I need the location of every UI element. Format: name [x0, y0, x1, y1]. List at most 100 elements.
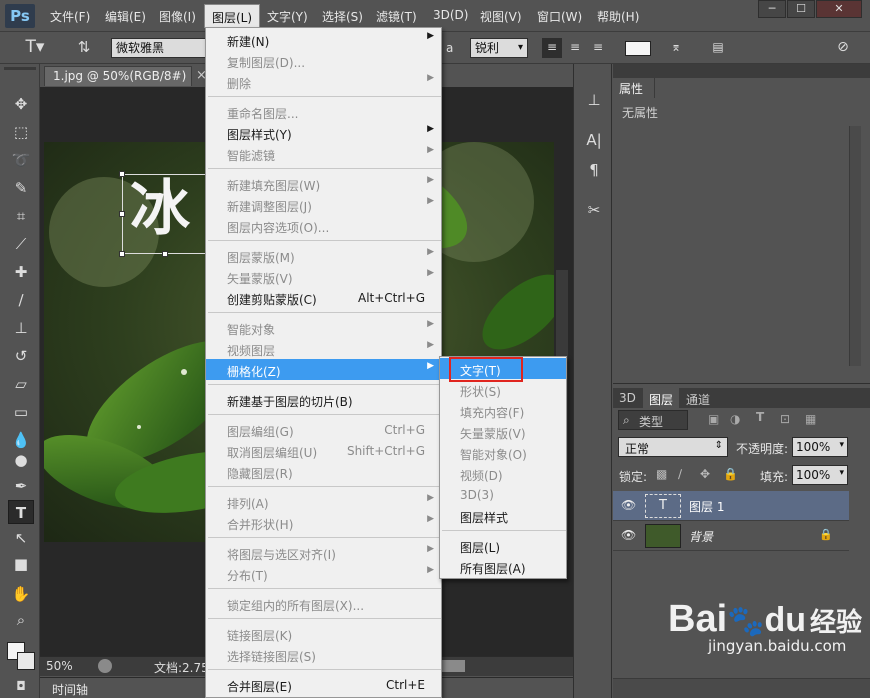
tools-grip[interactable]	[4, 67, 36, 70]
menu-item[interactable]: 链接图层(K)	[206, 623, 441, 644]
background-color-swatch[interactable]	[17, 652, 35, 670]
menu-window[interactable]: 窗口(W)	[537, 8, 582, 25]
path-select-icon[interactable]: ↖	[8, 526, 34, 550]
minimize-button[interactable]: ─	[758, 0, 786, 18]
character-panel-icon[interactable]: ▤	[707, 38, 729, 58]
menu-layer[interactable]: 图层(L)	[204, 4, 260, 28]
warp-text-icon[interactable]: ⌆	[665, 38, 687, 58]
menu-item[interactable]: 隐藏图层(R)	[206, 461, 441, 482]
menu-item[interactable]: 图层编组(G) Ctrl+G	[206, 419, 441, 440]
menu-item[interactable]: 新建基于图层的切片(B)	[206, 389, 441, 410]
menu-item[interactable]: 视频(D)	[440, 463, 566, 484]
menu-item[interactable]: 形状(S)	[440, 379, 566, 400]
character-icon[interactable]: A|	[582, 128, 606, 152]
menu-filter[interactable]: 滤镜(T)	[376, 8, 417, 25]
menu-item[interactable]: 取消图层编组(U) Shift+Ctrl+G	[206, 440, 441, 461]
menu-item[interactable]: 删除 ▶	[206, 71, 441, 92]
paragraph-icon[interactable]: ¶	[582, 158, 606, 182]
menu-item[interactable]: 选择链接图层(S)	[206, 644, 441, 665]
filter-pixel-icon[interactable]: ▣	[708, 412, 719, 426]
type-tool-icon[interactable]: T	[8, 500, 34, 524]
cancel-icon[interactable]: ⊘	[832, 38, 854, 58]
history-brush-icon[interactable]: ↺	[8, 344, 34, 368]
text-color-swatch[interactable]	[625, 41, 651, 56]
align-left-icon[interactable]: ≡	[542, 38, 562, 58]
document-tab[interactable]: 1.jpg @ 50%(RGB/8#)	[44, 66, 192, 86]
filter-type-icon[interactable]: T	[756, 410, 764, 424]
zoom-level[interactable]: 50%	[46, 659, 73, 673]
menu-item[interactable]: 图层样式(Y) ▶	[206, 122, 441, 143]
menu-select[interactable]: 选择(S)	[322, 8, 363, 25]
menu-item[interactable]: 所有图层(A)	[440, 556, 566, 577]
filter-shape-icon[interactable]: ⊡	[780, 412, 790, 426]
dodge-tool-icon[interactable]: ●	[8, 448, 34, 472]
timeline-label[interactable]: 时间轴	[52, 681, 88, 698]
maximize-button[interactable]: ☐	[787, 0, 815, 18]
quick-mask-icon[interactable]: ◘	[8, 674, 34, 698]
clone-stamp-icon[interactable]: ⊥	[8, 316, 34, 340]
align-center-icon[interactable]: ≡	[565, 38, 585, 58]
properties-scrollbar[interactable]	[849, 126, 861, 366]
menu-view[interactable]: 视图(V)	[480, 8, 522, 25]
menu-item[interactable]: 重命名图层...	[206, 101, 441, 122]
share-icon[interactable]	[98, 659, 112, 673]
menu-item[interactable]: 创建剪贴蒙版(C) Alt+Ctrl+G	[206, 287, 441, 308]
menu-item[interactable]: 图层内容选项(O)...	[206, 215, 441, 236]
menu-image[interactable]: 图像(I)	[159, 8, 196, 25]
tab-properties[interactable]: 属性	[613, 78, 655, 98]
menu-edit[interactable]: 编辑(E)	[105, 8, 146, 25]
text-orientation-icon[interactable]: ⇅	[72, 38, 96, 58]
menu-item[interactable]: 合并形状(H) ▶	[206, 512, 441, 533]
menu-item[interactable]: 将图层与选区对齐(I) ▶	[206, 542, 441, 563]
menu-item[interactable]: 分布(T) ▶	[206, 563, 441, 584]
menu-item[interactable]: 图层样式	[440, 505, 566, 526]
menu-item[interactable]: 智能滤镜 ▶	[206, 143, 441, 164]
lock-position-icon[interactable]: ✥	[700, 467, 710, 481]
transform-handle[interactable]	[162, 251, 168, 257]
quick-select-icon[interactable]: ✎	[8, 176, 34, 200]
filter-smart-object-icon[interactable]: ▦	[805, 412, 816, 426]
healing-brush-icon[interactable]: ✚	[8, 260, 34, 284]
menu-type[interactable]: 文字(Y)	[267, 8, 308, 25]
blend-mode-select[interactable]: 正常 ⇕	[618, 437, 728, 457]
pen-tool-icon[interactable]: ✒	[8, 474, 34, 498]
menu-file[interactable]: 文件(F)	[50, 8, 90, 25]
brush-tool-icon[interactable]: ∕	[8, 288, 34, 312]
menu-item[interactable]: 填充内容(F)	[440, 400, 566, 421]
transform-handle[interactable]	[119, 211, 125, 217]
lock-transparent-icon[interactable]: ▩	[656, 467, 667, 481]
canvas-text-layer[interactable]: 冰	[130, 174, 190, 244]
menu-3d[interactable]: 3D(D)	[433, 8, 468, 22]
shape-tool-icon[interactable]: ■	[8, 552, 34, 576]
brush-settings-icon[interactable]: ✂	[582, 198, 606, 222]
menu-item[interactable]: 图层(L)	[440, 535, 566, 556]
filter-adjustment-icon[interactable]: ◑	[730, 412, 740, 426]
eye-icon[interactable]: 👁	[621, 528, 636, 542]
type-preset-icon[interactable]: T▾	[18, 38, 52, 58]
menu-item[interactable]: 合并图层(E) Ctrl+E	[206, 674, 441, 695]
menu-item[interactable]: 新建填充图层(W) ▶	[206, 173, 441, 194]
hand-tool-icon[interactable]: ✋	[8, 582, 34, 606]
tab-3d[interactable]: 3D	[613, 388, 642, 408]
align-right-icon[interactable]: ≡	[588, 38, 608, 58]
menu-item[interactable]: 3D(3)	[440, 484, 566, 505]
menu-item[interactable]: 新建(N) ▶	[206, 29, 441, 50]
menu-item[interactable]: 栅格化(Z) ▶	[206, 359, 441, 380]
move-tool-icon[interactable]: ✥	[8, 92, 34, 116]
tool-presets-icon[interactable]: ⊥	[582, 88, 606, 112]
lock-all-icon[interactable]: 🔒	[723, 467, 738, 481]
antialias-select[interactable]: 锐利 ▾	[470, 38, 528, 58]
menu-item[interactable]: 视频图层 ▶	[206, 338, 441, 359]
lasso-tool-icon[interactable]: ➰	[8, 148, 34, 172]
menu-item[interactable]: 复制图层(D)...	[206, 50, 441, 71]
layer-row-background[interactable]: 👁 背景 🔒	[613, 521, 849, 551]
tab-layers[interactable]: 图层	[643, 388, 680, 408]
eyedropper-icon[interactable]: ⟋	[8, 232, 34, 256]
font-family-select[interactable]: 微软雅黑	[111, 38, 206, 58]
tab-channels[interactable]: 通道	[680, 388, 716, 408]
menu-item[interactable]: 智能对象 ▶	[206, 317, 441, 338]
menu-item[interactable]: 图层蒙版(M) ▶	[206, 245, 441, 266]
layer-name[interactable]: 图层 1	[689, 498, 724, 515]
eraser-icon[interactable]: ▱	[8, 372, 34, 396]
menu-item[interactable]: 锁定组内的所有图层(X)...	[206, 593, 441, 614]
